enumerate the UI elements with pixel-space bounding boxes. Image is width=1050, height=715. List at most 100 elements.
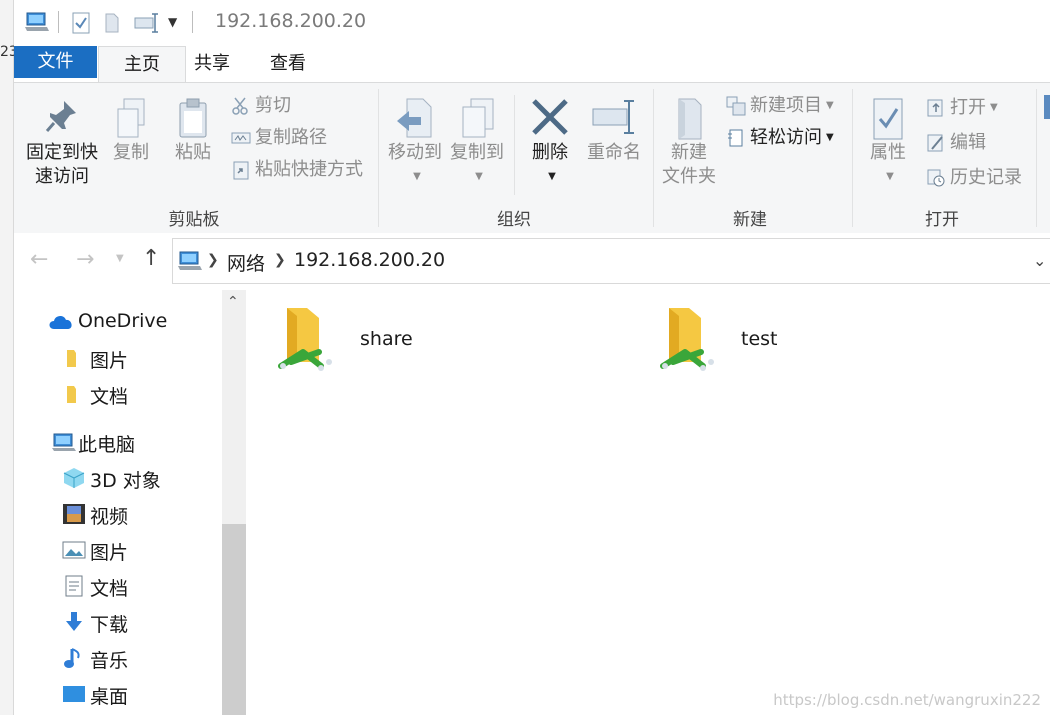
properties-button[interactable]: 属性 ▼ [860, 97, 916, 189]
open-icon [926, 98, 946, 118]
new-folder-icon [658, 97, 720, 141]
breadcrumb-host[interactable]: 192.168.200.20 [294, 249, 445, 271]
scrollbar-thumb[interactable] [222, 524, 246, 715]
properties-icon [860, 97, 916, 141]
folder-icon [64, 383, 86, 405]
delete-label: 删除 [532, 142, 568, 163]
pin-label-line2: 速访问 [35, 166, 89, 187]
tab-share[interactable]: 共享 [184, 46, 240, 82]
history-button[interactable]: 历史记录 [926, 165, 1022, 191]
ribbon: 固定到快 速访问 复制 粘贴 剪切 复制路径 粘贴快捷方式 剪贴板 移动到 ▼ … [14, 82, 1050, 234]
delete-button[interactable]: 删除 ▼ [526, 97, 574, 189]
breadcrumb-network[interactable]: 网络 [227, 249, 265, 276]
cube-icon [62, 467, 85, 489]
chevron-down-icon: ▼ [475, 171, 483, 182]
rename-label: 重命名 [587, 142, 641, 163]
paste-label: 粘贴 [175, 142, 211, 163]
sidebar-item-label: 图片 [90, 350, 129, 372]
group-separator [852, 89, 853, 227]
chevron-down-icon: ▼ [548, 171, 556, 182]
ribbon-overflow-indicator [1044, 95, 1050, 119]
sidebar-item-label: 视频 [90, 506, 129, 528]
paste-button[interactable]: 粘贴 [166, 97, 220, 165]
pin-quick-access-button[interactable]: 固定到快 速访问 [22, 97, 102, 189]
scroll-up-arrow-icon[interactable]: ⌃ [227, 294, 239, 310]
easy-access-icon [726, 128, 746, 148]
copy-path-button[interactable]: 复制路径 [231, 125, 327, 151]
delete-x-icon [526, 97, 574, 141]
new-item-button[interactable]: 新建项目 ▼ [726, 93, 834, 119]
copy-to-label: 复制到 [450, 142, 504, 163]
edit-icon [926, 133, 946, 153]
group-label-new: 新建 [733, 210, 767, 230]
folder-name: share [360, 328, 413, 350]
chevron-down-icon: ▼ [826, 132, 834, 143]
easy-access-button[interactable]: 轻松访问 ▼ [726, 125, 834, 151]
new-folder-label-line2: 文件夹 [662, 166, 716, 187]
open-button[interactable]: 打开 ▼ [926, 95, 998, 121]
file-list: share test [247, 290, 1050, 715]
folder-name: test [741, 328, 778, 350]
sidebar-item-label: 3D 对象 [90, 470, 161, 492]
move-to-label: 移动到 [388, 142, 442, 163]
open-label: 打开 [950, 97, 986, 118]
up-arrow-icon[interactable]: ↑ [142, 246, 160, 271]
chevron-down-icon: ▼ [826, 100, 834, 111]
film-icon [62, 503, 85, 525]
chevron-down-icon: ▼ [413, 171, 421, 182]
address-bar[interactable]: ❯ 网络 ❯ 192.168.200.20 ⌄ [172, 238, 1050, 284]
network-computer-icon [177, 250, 203, 276]
sidebar-item-label: OneDrive [78, 310, 168, 332]
rename-icon[interactable] [134, 12, 160, 38]
address-dropdown-chevron-icon[interactable]: ⌄ [1033, 251, 1046, 270]
cut-label: 剪切 [255, 95, 291, 116]
copy-button[interactable]: 复制 [106, 97, 156, 165]
copy-path-icon [231, 128, 251, 148]
tab-view[interactable]: 查看 [260, 46, 316, 82]
cloud-icon [48, 311, 72, 333]
copy-path-label: 复制路径 [255, 127, 327, 148]
shared-folder-icon [277, 304, 341, 374]
recent-locations-chevron-icon[interactable]: ▼ [116, 253, 124, 264]
back-arrow-icon[interactable]: ← [30, 247, 48, 272]
title-bar: ▼ 192.168.200.20 [14, 0, 1050, 44]
music-icon [62, 647, 84, 669]
new-folder-button[interactable]: 新建 文件夹 [658, 97, 720, 189]
chevron-right-icon[interactable]: ❯ [274, 252, 286, 268]
tab-home[interactable]: 主页 [98, 46, 186, 83]
copy-to-button[interactable]: 复制到 ▼ [448, 97, 506, 189]
edit-button[interactable]: 编辑 [926, 130, 986, 156]
chevron-right-icon[interactable]: ❯ [207, 252, 219, 268]
folder-item-test[interactable]: test [659, 304, 809, 374]
separator [514, 95, 515, 195]
copy-to-icon [448, 97, 506, 141]
forward-arrow-icon[interactable]: → [76, 247, 94, 272]
sidebar-item-label: 文档 [90, 578, 129, 600]
watermark: https://blog.csdn.net/wangruxin222 [773, 691, 1041, 709]
computer-icon[interactable] [24, 10, 50, 38]
ribbon-tabs: 文件 主页 共享 查看 [14, 44, 1050, 83]
sidebar-item-label: 音乐 [90, 650, 129, 672]
folder-item-share[interactable]: share [277, 304, 427, 374]
pin-icon [22, 97, 102, 141]
chevron-down-icon: ▼ [990, 102, 998, 113]
tab-file[interactable]: 文件 [14, 46, 97, 78]
new-folder-label-line1: 新建 [671, 142, 707, 163]
history-icon [926, 168, 946, 188]
paste-shortcut-icon [231, 160, 251, 180]
new-folder-icon[interactable] [104, 12, 122, 38]
separator [58, 11, 59, 33]
sidebar-item-label: 图片 [90, 542, 129, 564]
group-label-clipboard: 剪贴板 [168, 210, 220, 230]
folder-icon [64, 347, 86, 369]
cut-button[interactable]: 剪切 [231, 93, 291, 119]
copy-icon [106, 97, 156, 141]
separator [192, 11, 193, 33]
rename-button[interactable]: 重命名 [582, 97, 646, 165]
chevron-down-icon[interactable]: ▼ [168, 15, 177, 29]
paste-shortcut-button[interactable]: 粘贴快捷方式 [231, 157, 363, 183]
properties-icon[interactable] [71, 12, 91, 38]
move-to-button[interactable]: 移动到 ▼ [386, 97, 444, 189]
group-label-organize: 组织 [497, 210, 531, 230]
sidebar-item-label: 文档 [90, 386, 129, 408]
